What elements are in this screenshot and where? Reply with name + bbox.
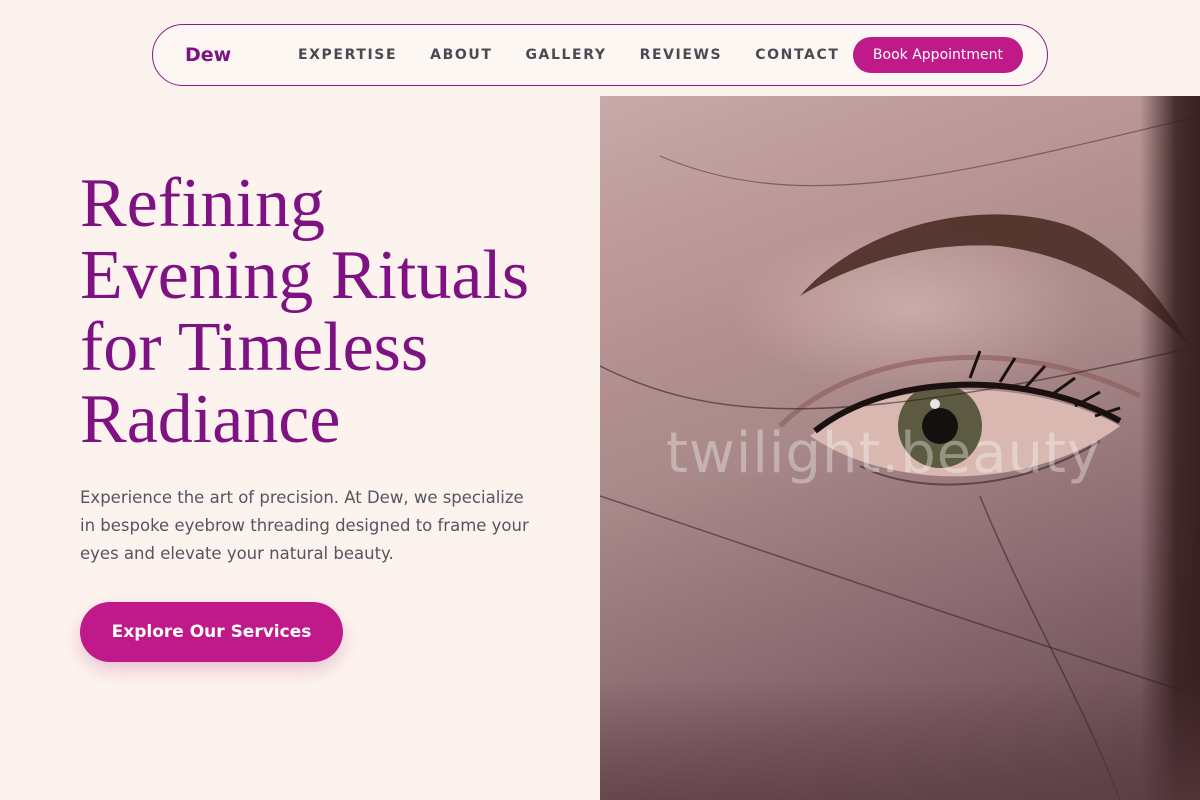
- image-shade: [600, 680, 1200, 800]
- nav-link-contact[interactable]: CONTACT: [755, 47, 839, 63]
- hero-text: Refining Evening Rituals for Timeless Ra…: [80, 168, 560, 662]
- brand-logo[interactable]: Dew: [185, 44, 298, 66]
- nav-link-reviews[interactable]: REVIEWS: [640, 47, 723, 63]
- explore-services-button[interactable]: Explore Our Services: [80, 602, 343, 662]
- hero-eye-image: twilight.beauty: [600, 96, 1200, 800]
- navbar: Dew EXPERTISE ABOUT GALLERY REVIEWS CONT…: [152, 24, 1048, 86]
- nav-link-gallery[interactable]: GALLERY: [525, 47, 606, 63]
- hero-headline: Refining Evening Rituals for Timeless Ra…: [80, 165, 530, 458]
- nav-link-expertise[interactable]: EXPERTISE: [298, 47, 397, 63]
- image-watermark: twilight.beauty: [666, 421, 1102, 486]
- nav-link-about[interactable]: ABOUT: [430, 47, 492, 63]
- hero-subtext: Experience the art of precision. At Dew,…: [80, 488, 529, 563]
- book-appointment-button[interactable]: Book Appointment: [852, 37, 1023, 73]
- nav-links: EXPERTISE ABOUT GALLERY REVIEWS CONTACT: [298, 47, 839, 63]
